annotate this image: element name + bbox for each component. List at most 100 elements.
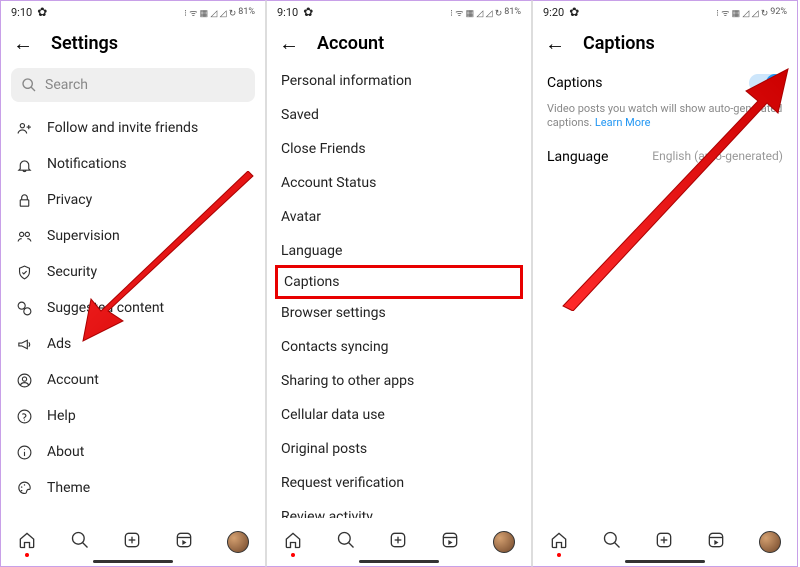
menu-item-account[interactable]: Account xyxy=(1,362,265,398)
menu-item-notifications[interactable]: Notifications xyxy=(1,146,265,182)
gesture-bar xyxy=(625,560,705,563)
reels-icon[interactable] xyxy=(440,530,460,554)
captions-toggle-label: Captions xyxy=(547,75,603,91)
header: ← Account xyxy=(267,23,531,64)
language-row[interactable]: Language English (auto-generated) xyxy=(533,141,797,173)
header: ← Captions xyxy=(533,23,797,64)
lock-icon xyxy=(15,191,33,209)
settings-gear-icon: ✿ xyxy=(569,5,579,19)
account-item-avatar[interactable]: Avatar xyxy=(267,200,531,234)
settings-menu: Follow and invite friends Notifications … xyxy=(1,110,265,518)
suggested-icon xyxy=(15,299,33,317)
account-item-language[interactable]: Language xyxy=(267,234,531,268)
menu-label: Security xyxy=(47,264,97,280)
account-item-personal[interactable]: Personal information xyxy=(267,64,531,98)
account-item-browser[interactable]: Browser settings xyxy=(267,296,531,330)
add-post-icon[interactable] xyxy=(388,530,408,554)
header: ← Settings xyxy=(1,23,265,64)
profile-avatar[interactable] xyxy=(227,531,249,553)
page-title: Account xyxy=(317,33,384,54)
settings-gear-icon: ✿ xyxy=(37,5,47,19)
language-value: English (auto-generated) xyxy=(652,149,783,165)
settings-screen: 9:10 ✿ ⁝ ᯤ ▦ ◿ ◿ ↻ 81% ← Settings Search… xyxy=(0,0,266,567)
menu-item-help[interactable]: Help xyxy=(1,398,265,434)
menu-item-invite[interactable]: Follow and invite friends xyxy=(1,110,265,146)
add-post-icon[interactable] xyxy=(122,530,142,554)
profile-avatar[interactable] xyxy=(759,531,781,553)
menu-label: Follow and invite friends xyxy=(47,120,198,136)
status-bar: 9:20 ✿ ⁝ ᯤ ▦ ◿ ◿ ↻ 92% xyxy=(533,1,797,23)
menu-item-security[interactable]: Security xyxy=(1,254,265,290)
menu-item-about[interactable]: About xyxy=(1,434,265,470)
search-nav-icon[interactable] xyxy=(70,530,90,554)
bottom-nav xyxy=(267,518,531,566)
menu-label: Ads xyxy=(47,336,71,352)
learn-more-link[interactable]: Learn More xyxy=(595,116,651,129)
clock-text: 9:20 xyxy=(543,6,564,19)
captions-toggle-row: Captions xyxy=(533,64,797,102)
back-arrow-icon[interactable]: ← xyxy=(545,31,565,56)
menu-item-suggested[interactable]: Suggested content xyxy=(1,290,265,326)
language-label: Language xyxy=(547,149,608,165)
menu-item-ads[interactable]: Ads xyxy=(1,326,265,362)
account-item-saved[interactable]: Saved xyxy=(267,98,531,132)
invite-icon xyxy=(15,119,33,137)
settings-gear-icon: ✿ xyxy=(303,5,313,19)
account-item-close-friends[interactable]: Close Friends xyxy=(267,132,531,166)
clock-text: 9:10 xyxy=(11,6,32,19)
status-icons: ⁝ ᯤ ▦ ◿ ◿ ↻ xyxy=(184,6,236,19)
account-item-review[interactable]: Review activity xyxy=(267,500,531,518)
reels-icon[interactable] xyxy=(706,530,726,554)
captions-toggle[interactable] xyxy=(749,74,783,92)
battery-text: 81% xyxy=(504,7,521,17)
account-item-sharing[interactable]: Sharing to other apps xyxy=(267,364,531,398)
meta-brand: ∞ Meta xyxy=(15,510,251,518)
status-bar: 9:10 ✿ ⁝ ᯤ ▦ ◿ ◿ ↻ 81% xyxy=(267,1,531,23)
search-nav-icon[interactable] xyxy=(602,530,622,554)
menu-item-privacy[interactable]: Privacy xyxy=(1,182,265,218)
back-arrow-icon[interactable]: ← xyxy=(13,31,33,56)
reels-icon[interactable] xyxy=(174,530,194,554)
shield-icon xyxy=(15,263,33,281)
back-arrow-icon[interactable]: ← xyxy=(279,31,299,56)
gesture-bar xyxy=(359,560,439,563)
add-post-icon[interactable] xyxy=(654,530,674,554)
account-item-verification[interactable]: Request verification xyxy=(267,466,531,500)
menu-label: Suggested content xyxy=(47,300,164,316)
clock-text: 9:10 xyxy=(277,6,298,19)
account-icon xyxy=(15,371,33,389)
bell-icon xyxy=(15,155,33,173)
bottom-nav xyxy=(1,518,265,566)
account-item-cellular[interactable]: Cellular data use xyxy=(267,398,531,432)
search-placeholder: Search xyxy=(45,77,88,93)
captions-screen: 9:20 ✿ ⁝ ᯤ ▦ ◿ ◿ ↻ 92% ← Captions Captio… xyxy=(532,0,798,567)
menu-label: Account xyxy=(47,372,99,388)
info-icon xyxy=(15,443,33,461)
home-icon[interactable] xyxy=(549,530,569,554)
profile-avatar[interactable] xyxy=(493,531,515,553)
account-item-captions[interactable]: Captions xyxy=(275,265,523,299)
home-icon[interactable] xyxy=(17,530,37,554)
search-icon xyxy=(21,77,37,93)
account-item-status[interactable]: Account Status xyxy=(267,166,531,200)
menu-label: Privacy xyxy=(47,192,92,208)
status-bar: 9:10 ✿ ⁝ ᯤ ▦ ◿ ◿ ↻ 81% xyxy=(1,1,265,23)
gesture-bar xyxy=(93,560,173,563)
account-item-original[interactable]: Original posts xyxy=(267,432,531,466)
battery-text: 81% xyxy=(238,7,255,17)
theme-icon xyxy=(15,479,33,497)
menu-label: Supervision xyxy=(47,228,120,244)
captions-description: Video posts you watch will show auto-gen… xyxy=(533,102,797,141)
menu-label: About xyxy=(47,444,84,460)
account-item-contacts[interactable]: Contacts syncing xyxy=(267,330,531,364)
megaphone-icon xyxy=(15,335,33,353)
search-nav-icon[interactable] xyxy=(336,530,356,554)
menu-label: Notifications xyxy=(47,156,127,172)
account-screen: 9:10 ✿ ⁝ ᯤ ▦ ◿ ◿ ↻ 81% ← Account Persona… xyxy=(266,0,532,567)
home-icon[interactable] xyxy=(283,530,303,554)
menu-item-theme[interactable]: Theme xyxy=(1,470,265,506)
menu-item-supervision[interactable]: Supervision xyxy=(1,218,265,254)
meta-section: ∞ Meta Accounts Center Control settings … xyxy=(1,506,265,518)
search-input[interactable]: Search xyxy=(11,68,255,102)
status-icons: ⁝ ᯤ ▦ ◿ ◿ ↻ xyxy=(716,6,768,19)
